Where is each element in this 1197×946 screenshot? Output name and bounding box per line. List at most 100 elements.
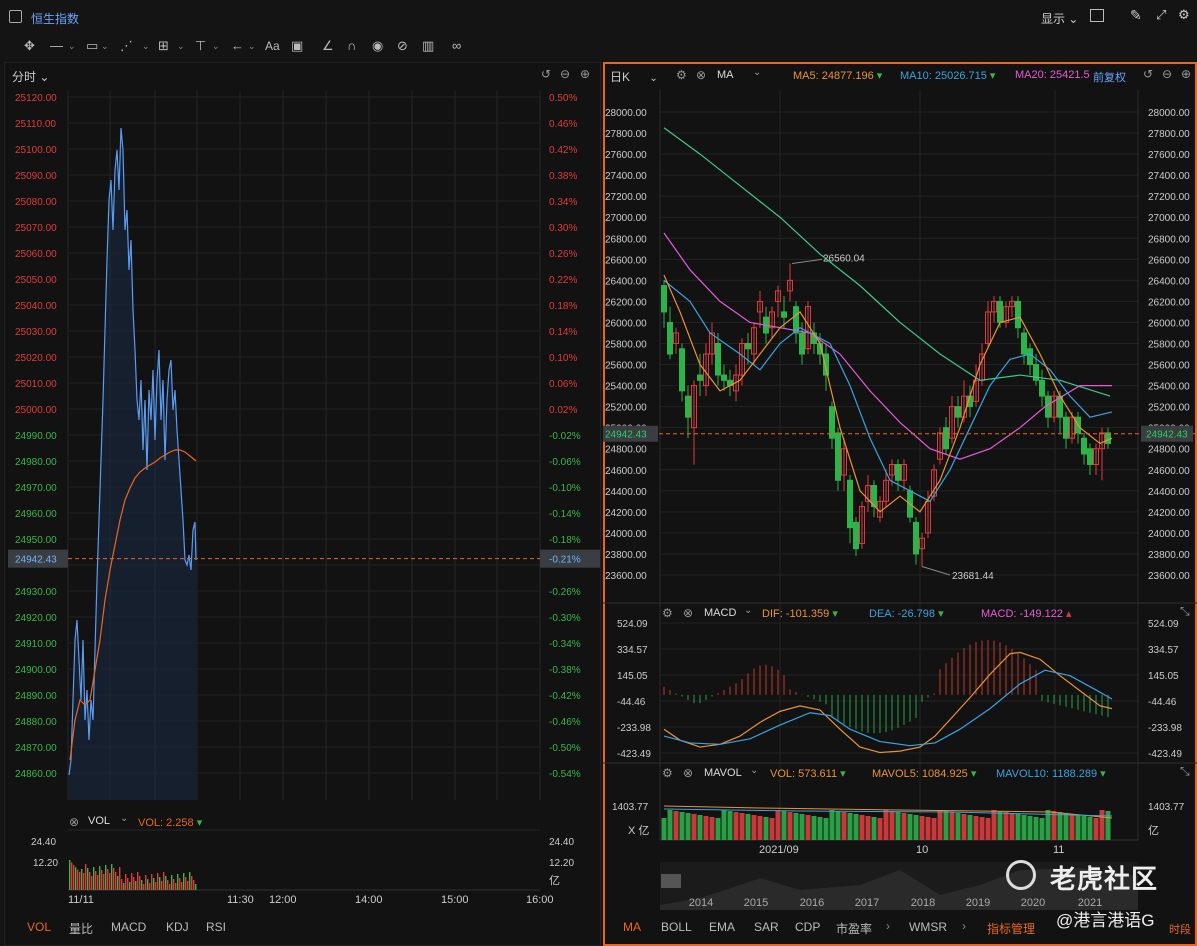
overview-handle: [661, 874, 681, 888]
price-tick-label: 25050.00: [15, 275, 57, 286]
k-period-dropdown[interactable]: 日K ⌄: [610, 68, 658, 85]
k-price-tick-right: 26400.00: [1148, 276, 1190, 287]
volume-bar: [121, 879, 123, 890]
vol-tick-label: 24.40: [31, 837, 56, 848]
layout-icon[interactable]: [1090, 9, 1104, 22]
macd-settings-icon[interactable]: ⚙: [662, 606, 673, 620]
intraday-chart[interactable]: 25120.00 25110.00 25100.00 25090.00 25080.00…: [0, 0, 600, 946]
mavol-bar: [835, 811, 841, 840]
volume-bar: [171, 875, 173, 890]
fullscreen-icon[interactable]: ⤢: [1156, 7, 1166, 23]
dea-value: DEA: -26.798 ▾: [869, 608, 944, 620]
tab-volume-ratio[interactable]: 量比: [69, 920, 93, 937]
mavol-bar: [709, 817, 715, 840]
volume-bar: [155, 882, 157, 890]
macd-dropdown-icon[interactable]: ⌄: [744, 605, 752, 616]
k-price-tick-left: 26200.00: [605, 297, 647, 308]
k-price-tick-left: 24000.00: [605, 529, 647, 540]
pct-tick-label: -0.18%: [549, 535, 581, 546]
volume-bar: [167, 880, 169, 890]
volume-bar: [99, 866, 101, 890]
pen-icon[interactable]: ✎: [1130, 7, 1142, 24]
k-price-tick-right: 26200.00: [1148, 297, 1190, 308]
mavol-collapse-icon[interactable]: ⤡: [1180, 764, 1190, 779]
candle-body: [1105, 432, 1111, 444]
mavol-bar: [1093, 818, 1099, 840]
ma-dropdown-icon[interactable]: ⌄: [753, 67, 761, 78]
tab-wmsr[interactable]: WMSR: [909, 920, 947, 934]
mavol-dropdown-icon[interactable]: ⌄: [750, 765, 758, 776]
daily-k-chart[interactable]: 28000.00 28000.00 27800.00 27800.00 27600.00…: [603, 62, 1197, 946]
price-tick-label: 25110.00: [15, 119, 56, 130]
adjust-dropdown[interactable]: 前复权: [1093, 69, 1126, 85]
mavol-bar: [925, 817, 931, 840]
mavol-bar: [901, 813, 907, 840]
display-dropdown[interactable]: 显示 ⌄: [1041, 10, 1078, 27]
tab-macd[interactable]: MACD: [111, 920, 146, 934]
volume-bar: [113, 868, 115, 890]
vol-indicator-label[interactable]: VOL: [88, 815, 110, 827]
volume-bar: [81, 869, 83, 890]
tab-boll[interactable]: BOLL: [661, 920, 692, 934]
ma-indicator-label[interactable]: MA: [717, 69, 734, 81]
time-tick-label: 16:00: [526, 894, 554, 906]
mavol-bar: [847, 813, 853, 840]
macd-indicator-label[interactable]: MACD: [704, 607, 736, 619]
tab-ma[interactable]: MA: [623, 920, 641, 934]
pct-tick-label: -0.06%: [549, 457, 581, 468]
candle-body: [847, 479, 853, 529]
mavol-bar: [697, 815, 703, 840]
volume-bar: [87, 868, 89, 890]
k-price-tick-right: 23800.00: [1148, 550, 1190, 561]
macd-tick-right: -44.46: [1148, 697, 1177, 708]
volume-bar: [165, 876, 167, 890]
candle-body: [853, 521, 859, 550]
overview-year-label: 2017: [855, 897, 879, 909]
mavol-bar: [751, 815, 757, 840]
high-price-label: 26560.04: [823, 253, 865, 264]
mavol-bar: [841, 812, 847, 840]
k-zoom-in-icon[interactable]: ⊕: [1181, 67, 1191, 81]
volume-bar: [135, 881, 137, 890]
price-tick-label: 24860.00: [15, 769, 57, 780]
vol-close-icon[interactable]: ⊗: [69, 815, 79, 829]
k-reset-icon[interactable]: ↺: [1143, 67, 1153, 81]
pct-tick-label: 0.50%: [549, 93, 577, 104]
tab-cdp[interactable]: CDP: [795, 920, 820, 934]
volume-bar: [133, 877, 135, 890]
tab-vol[interactable]: VOL: [27, 920, 51, 934]
tab-kdj[interactable]: KDJ: [166, 920, 189, 934]
mavol-bar: [703, 816, 709, 840]
k-zoom-out-icon[interactable]: ⊖: [1162, 67, 1172, 81]
macd-collapse-icon[interactable]: ⤡: [1180, 604, 1190, 619]
k-price-tick-right: 27200.00: [1148, 192, 1190, 203]
pct-tick-label: -0.46%: [549, 717, 581, 728]
tab-rsi[interactable]: RSI: [206, 920, 226, 934]
macd-close-icon[interactable]: ⊗: [683, 606, 693, 620]
volume-bar: [159, 877, 161, 890]
mavol-bar: [985, 818, 991, 840]
volume-bar: [119, 867, 121, 890]
pct-tick-label: -0.50%: [549, 743, 581, 754]
tab-pe[interactable]: 市盈率: [836, 920, 872, 937]
macd-tick-right: 524.09: [1148, 619, 1179, 630]
ma-settings-icon[interactable]: ⚙: [676, 68, 687, 82]
vol-dropdown-icon[interactable]: ⌄: [120, 813, 128, 824]
volume-bar: [183, 873, 185, 890]
volume-bar: [83, 873, 85, 890]
mavol-bar: [805, 815, 811, 840]
tab-sar[interactable]: SAR: [754, 920, 779, 934]
mavol-settings-icon[interactable]: ⚙: [662, 766, 673, 780]
mavol-bar: [721, 810, 727, 840]
mavol-close-icon[interactable]: ⊗: [683, 766, 693, 780]
settings-icon[interactable]: ⚙: [1178, 7, 1190, 23]
chevron-right-icon[interactable]: ›: [886, 919, 890, 933]
price-tick-label: 24880.00: [15, 717, 57, 728]
chevron-right-icon[interactable]: ›: [962, 919, 966, 933]
ma-close-icon[interactable]: ⊗: [696, 68, 706, 82]
mavol-indicator-label[interactable]: MAVOL: [704, 767, 742, 779]
tab-ema[interactable]: EMA: [709, 920, 735, 934]
candle-body: [1087, 448, 1093, 466]
k-price-tick-right: 25800.00: [1148, 340, 1190, 351]
candle-body: [667, 321, 673, 355]
